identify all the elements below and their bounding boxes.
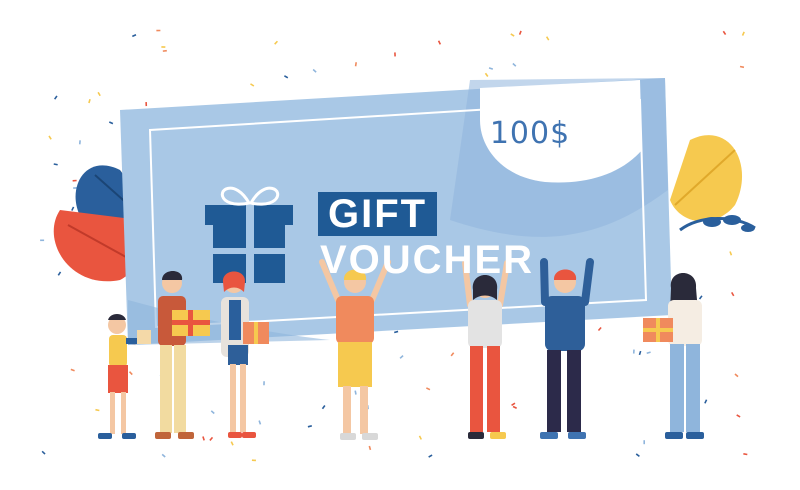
confetti-piece <box>53 163 58 166</box>
confetti-piece <box>156 29 161 32</box>
confetti-piece <box>145 101 148 107</box>
confetti-piece <box>518 30 522 35</box>
confetti-piece <box>698 295 703 300</box>
confetti-piece <box>437 40 442 45</box>
confetti-piece <box>251 459 256 462</box>
confetti-piece <box>731 291 735 297</box>
confetti-piece <box>70 368 75 372</box>
confetti-piece <box>635 453 640 457</box>
confetti-piece <box>97 91 101 97</box>
confetti-piece <box>450 352 455 357</box>
confetti-piece <box>210 410 215 415</box>
confetti-piece <box>202 436 205 441</box>
confetti-piece <box>729 251 733 256</box>
confetti-piece <box>263 381 265 386</box>
confetti-piece <box>108 121 114 125</box>
confetti-piece <box>428 454 433 458</box>
confetti-piece <box>511 402 516 406</box>
confetti-piece <box>41 450 46 455</box>
confetti-piece <box>131 34 137 38</box>
confetti-piece <box>597 326 602 332</box>
confetti-piece <box>722 30 727 36</box>
confetti-piece <box>40 239 45 242</box>
confetti-piece <box>704 399 708 404</box>
confetti-piece <box>48 135 52 140</box>
voucher-title-gift: GIFT <box>318 192 438 236</box>
confetti-piece <box>741 31 745 36</box>
confetti-piece <box>739 65 745 69</box>
person-child-with-gift <box>98 314 151 439</box>
confetti-piece <box>57 271 62 276</box>
person-man-cheering <box>319 259 391 440</box>
confetti-piece <box>72 179 77 182</box>
confetti-piece <box>161 453 166 458</box>
confetti-piece <box>545 36 550 41</box>
confetti-piece <box>209 436 214 441</box>
confetti-piece <box>399 355 404 359</box>
confetti-piece <box>425 387 431 391</box>
confetti-piece <box>394 52 396 57</box>
confetti-piece <box>258 420 262 425</box>
voucher-amount: 100$ <box>489 116 571 151</box>
confetti-piece <box>743 453 748 456</box>
confetti-piece <box>368 445 372 451</box>
confetti-piece <box>88 98 91 104</box>
confetti-piece <box>128 371 133 376</box>
confetti-piece <box>161 46 166 48</box>
leaf-icon <box>670 135 756 232</box>
confetti-piece <box>312 68 317 73</box>
confetti-piece <box>307 425 312 428</box>
confetti-piece <box>250 83 255 87</box>
confetti-piece <box>78 140 81 145</box>
confetti-piece <box>736 414 741 418</box>
confetti-piece <box>162 49 167 52</box>
confetti-piece <box>71 206 75 211</box>
confetti-piece <box>638 350 642 356</box>
confetti-piece <box>418 435 423 440</box>
gift-voucher-illustration: 100$ GIFT VOUCHER <box>0 0 800 490</box>
confetti-piece <box>283 75 289 79</box>
voucher-title-voucher: VOUCHER <box>320 238 535 282</box>
confetti-piece <box>53 95 58 100</box>
confetti-piece <box>230 441 234 446</box>
confetti-piece <box>354 62 357 67</box>
confetti-piece <box>95 408 100 412</box>
confetti-piece <box>394 330 399 334</box>
confetti-piece <box>632 349 635 354</box>
confetti-piece <box>643 440 645 445</box>
confetti-piece <box>488 67 494 70</box>
confetti-piece <box>510 33 515 37</box>
confetti-piece <box>512 405 517 409</box>
confetti-piece <box>354 390 357 395</box>
confetti-piece <box>512 62 517 67</box>
confetti-piece <box>734 373 739 378</box>
confetti-piece <box>646 351 651 355</box>
confetti-piece <box>274 40 278 45</box>
confetti-piece <box>484 72 489 77</box>
confetti-piece <box>321 405 326 410</box>
